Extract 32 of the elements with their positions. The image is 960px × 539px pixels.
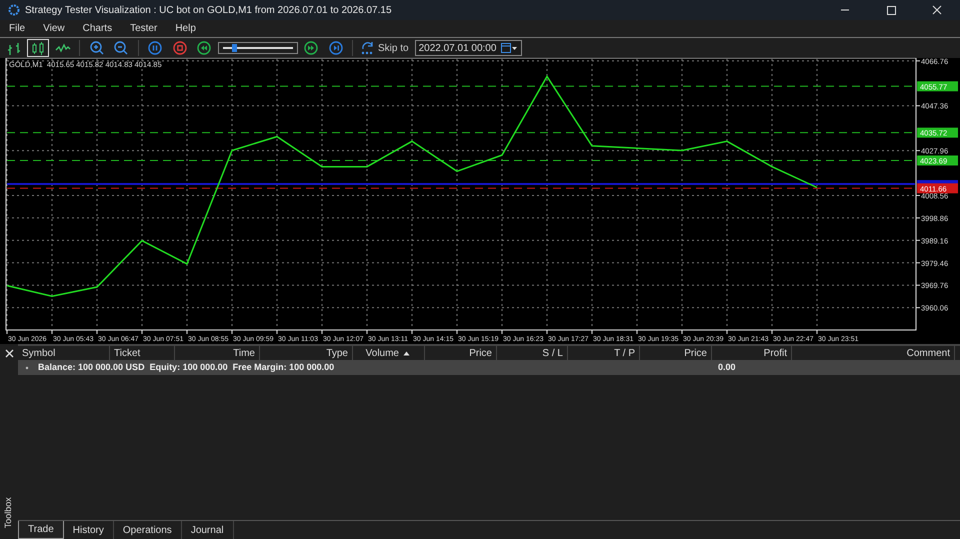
panel-tab[interactable]: History (64, 521, 114, 539)
step-icon (328, 40, 344, 56)
menu-item[interactable]: View (34, 21, 74, 36)
panel-tab[interactable]: Trade (18, 521, 64, 539)
window-title: Strategy Tester Visualization : UC bot on GOLD,M1 from 2026.07.01 to 2026.07.15 (25, 4, 393, 18)
speed-slider[interactable] (218, 42, 298, 54)
calendar-icon[interactable] (500, 42, 518, 54)
candlestick-button[interactable] (27, 39, 49, 57)
menu-item[interactable]: Help (166, 21, 205, 36)
zoom-out-icon (113, 40, 129, 56)
close-icon (930, 4, 944, 16)
app-icon (8, 4, 20, 16)
bar-chart-icon (6, 40, 22, 56)
rewind-icon (196, 40, 212, 56)
pause-icon (147, 40, 163, 56)
date-field[interactable]: 2022.07.01 00:00 (414, 40, 522, 56)
summary-text: Balance: 100 000.00 USD Equity: 100 000.00 Free Margin: 100 000.00 (38, 360, 336, 374)
skip-to-button[interactable]: Skip to (358, 39, 410, 57)
candlestick-icon (30, 40, 46, 56)
profit-value: 0.00 (718, 360, 736, 374)
skip-icon (360, 41, 376, 55)
panel-tab[interactable]: Journal (182, 521, 234, 539)
menu-item[interactable]: File (0, 21, 34, 36)
bullet-icon (24, 364, 30, 370)
stop-icon (172, 40, 188, 56)
zoom-in-icon (88, 40, 104, 56)
panel-tab[interactable]: Operations (114, 521, 182, 539)
fast-forward-icon (303, 40, 319, 56)
menu-item[interactable]: Charts (74, 21, 122, 36)
panel-label: Toolbox (2, 496, 14, 528)
menu-item[interactable]: Tester (121, 21, 166, 36)
maximize-icon (884, 4, 898, 16)
